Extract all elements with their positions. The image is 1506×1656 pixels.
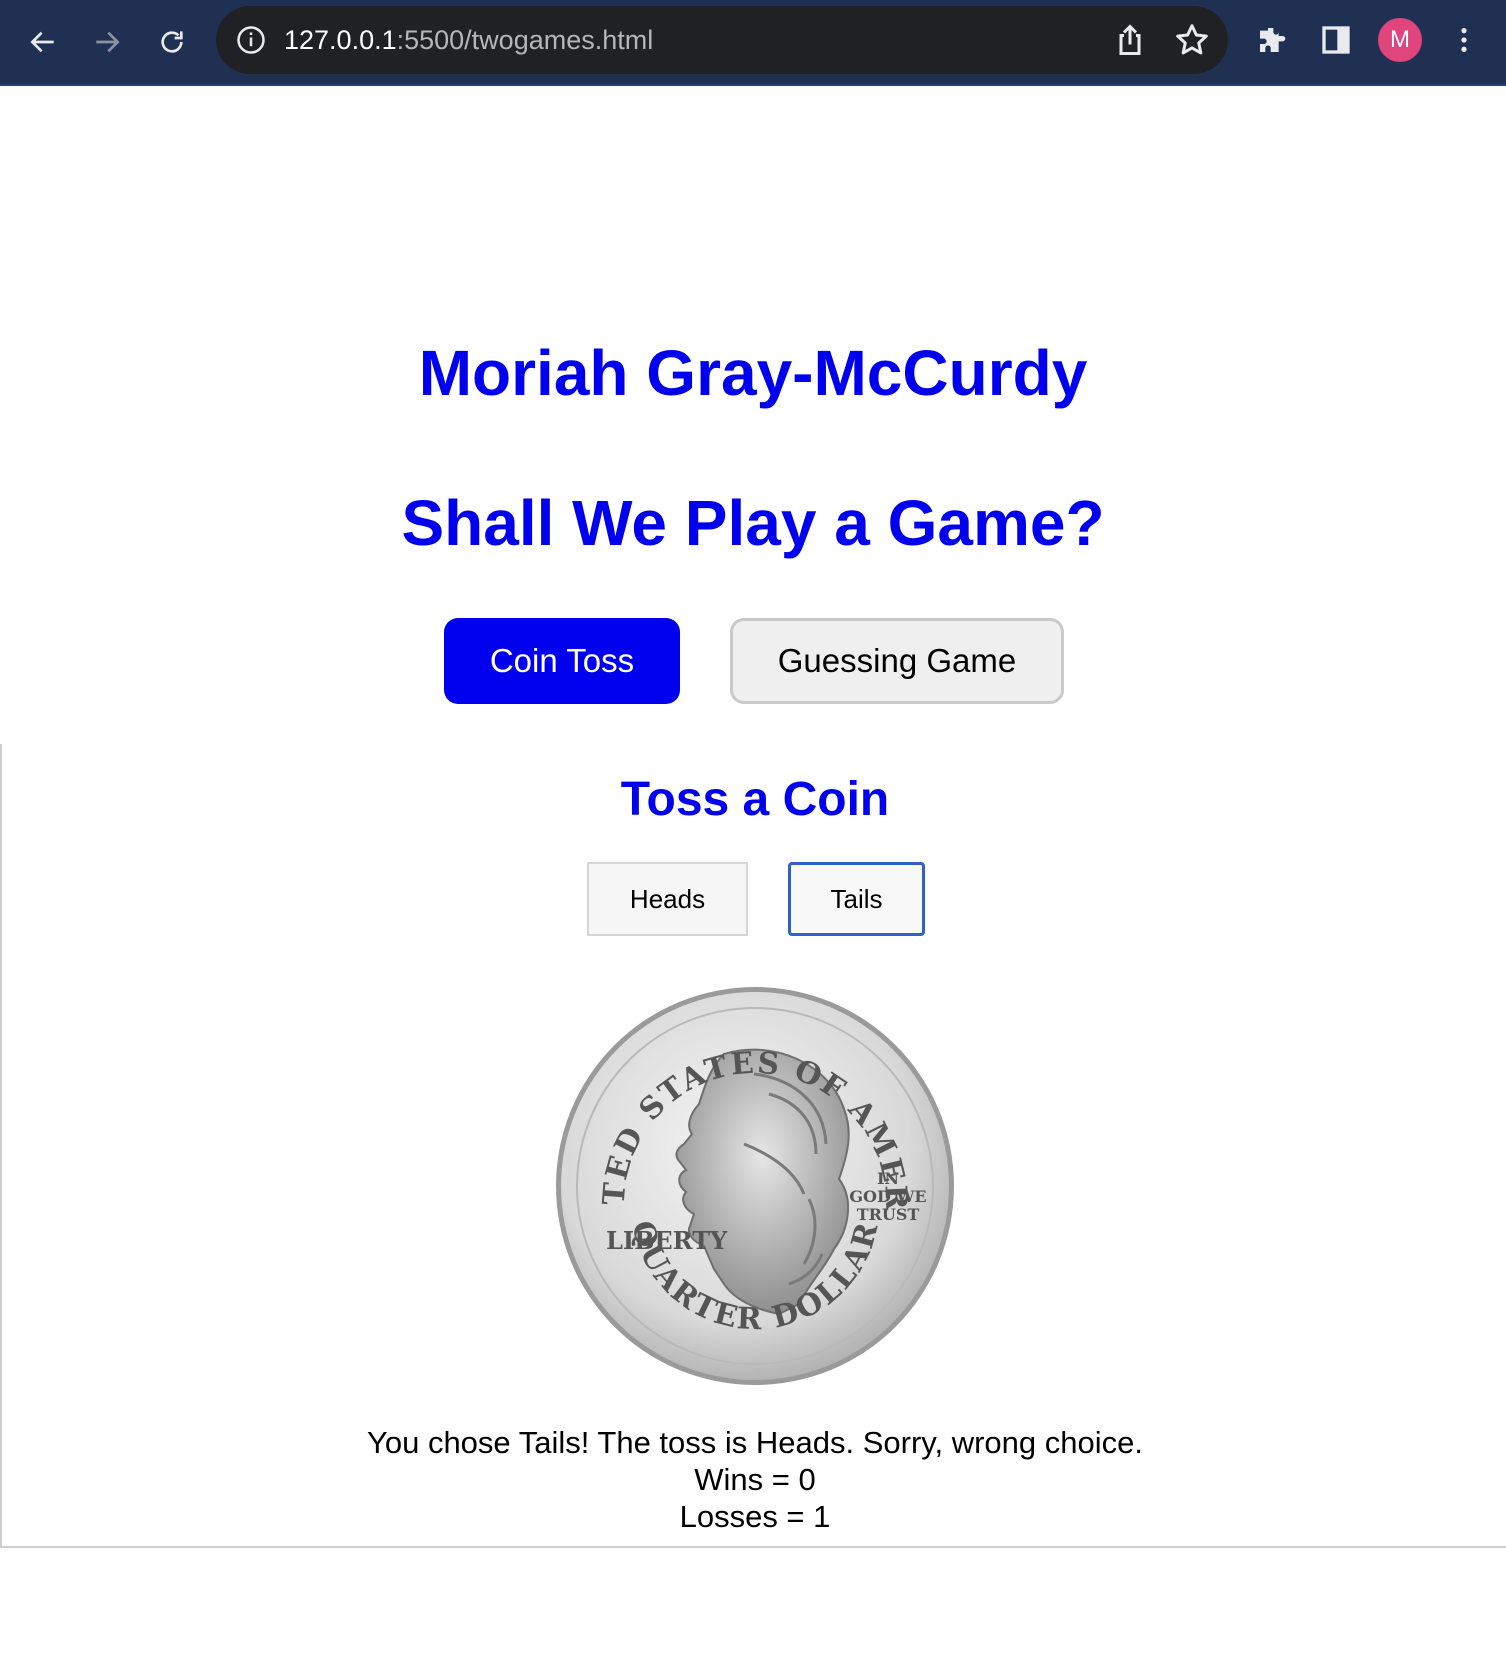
coin-motto-line-1: IN — [877, 1169, 899, 1188]
extensions-icon — [1260, 28, 1286, 52]
browser-toolbar: 127.0.0.1:5500/twogames.html M — [0, 0, 1506, 86]
toss-coin-heading: Toss a Coin — [620, 773, 890, 826]
back-button[interactable] — [19, 18, 67, 66]
more-menu-button[interactable] — [1444, 20, 1484, 60]
profile-avatar[interactable]: M — [1378, 18, 1422, 62]
extensions-button[interactable] — [1252, 20, 1292, 60]
page-content: Moriah Gray-McCurdy Shall We Play a Game… — [0, 86, 1506, 1656]
toss-result: You chose Tails! The toss is Heads. Sorr… — [2, 1424, 1506, 1535]
coin-toss-panel: Toss a Coin Heads Tails TED STATES OF AM… — [0, 744, 1506, 1548]
side-panel-icon — [1322, 26, 1350, 54]
url-host: 127.0.0.1 — [284, 25, 397, 55]
forward-button[interactable] — [83, 18, 131, 66]
url-text[interactable]: 127.0.0.1:5500/twogames.html — [284, 24, 653, 56]
name-heading: Moriah Gray-McCurdy — [418, 337, 1088, 409]
address-bar[interactable]: 127.0.0.1:5500/twogames.html — [216, 6, 1228, 74]
back-arrow-icon — [30, 31, 54, 53]
more-menu-icon — [1461, 28, 1467, 52]
coin-liberty-text: LIBERTY — [606, 1226, 728, 1255]
coin-motto-line-2: GOD WE — [849, 1187, 926, 1206]
coin-motto-line-3: TRUST — [857, 1205, 920, 1224]
heads-button[interactable]: Heads — [587, 862, 748, 936]
reload-button[interactable] — [148, 18, 196, 66]
forward-arrow-icon — [96, 31, 120, 53]
star-icon[interactable] — [1174, 22, 1210, 58]
wins-count: Wins = 0 — [694, 1462, 816, 1497]
reload-icon — [161, 31, 183, 53]
losses-count: Losses = 1 — [679, 1499, 831, 1534]
info-icon[interactable] — [236, 25, 266, 55]
game-prompt-heading: Shall We Play a Game? — [401, 487, 1105, 559]
result-message: You chose Tails! The toss is Heads. Sorr… — [367, 1425, 1143, 1460]
url-path: :5500/twogames.html — [396, 25, 654, 55]
coin-toss-button[interactable]: Coin Toss — [444, 618, 680, 704]
guessing-game-button[interactable]: Guessing Game — [730, 618, 1064, 704]
side-panel-button[interactable] — [1316, 20, 1356, 60]
share-icon[interactable] — [1112, 22, 1148, 58]
quarter-coin-image: UNITED STATES OF AMERICA QUARTER DOLLAR … — [554, 984, 954, 1385]
tails-button[interactable]: Tails — [788, 862, 925, 936]
